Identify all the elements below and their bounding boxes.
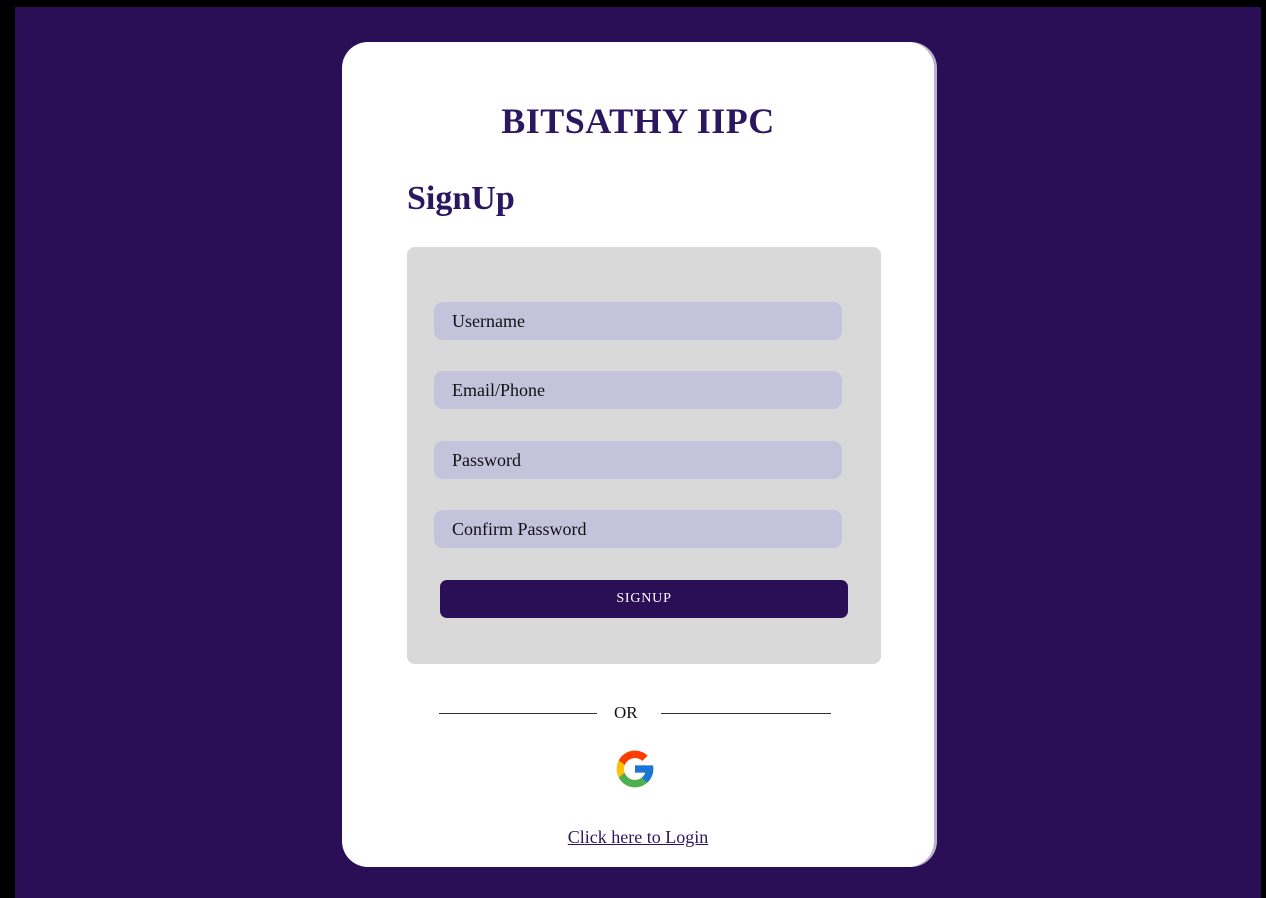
brand-title: BITSATHY IIPC bbox=[501, 101, 775, 141]
email-phone-input[interactable] bbox=[434, 371, 842, 409]
page-background: BITSATHY IIPC SignUp SIGNUP OR Click bbox=[15, 7, 1261, 898]
google-icon[interactable] bbox=[613, 747, 657, 791]
divider-line-left bbox=[439, 713, 597, 714]
signup-button[interactable]: SIGNUP bbox=[440, 580, 848, 618]
username-input[interactable] bbox=[434, 302, 842, 340]
divider-line-right bbox=[661, 713, 831, 714]
signup-card: BITSATHY IIPC SignUp SIGNUP OR Click bbox=[342, 42, 934, 867]
page-title: SignUp bbox=[407, 180, 515, 217]
divider-label: OR bbox=[614, 703, 638, 722]
window-frame: BITSATHY IIPC SignUp SIGNUP OR Click bbox=[0, 0, 1266, 898]
or-divider: OR bbox=[439, 703, 832, 723]
password-input[interactable] bbox=[434, 441, 842, 479]
confirm-password-input[interactable] bbox=[434, 510, 842, 548]
login-link[interactable]: Click here to Login bbox=[342, 827, 934, 848]
signup-form: SIGNUP bbox=[407, 247, 881, 664]
